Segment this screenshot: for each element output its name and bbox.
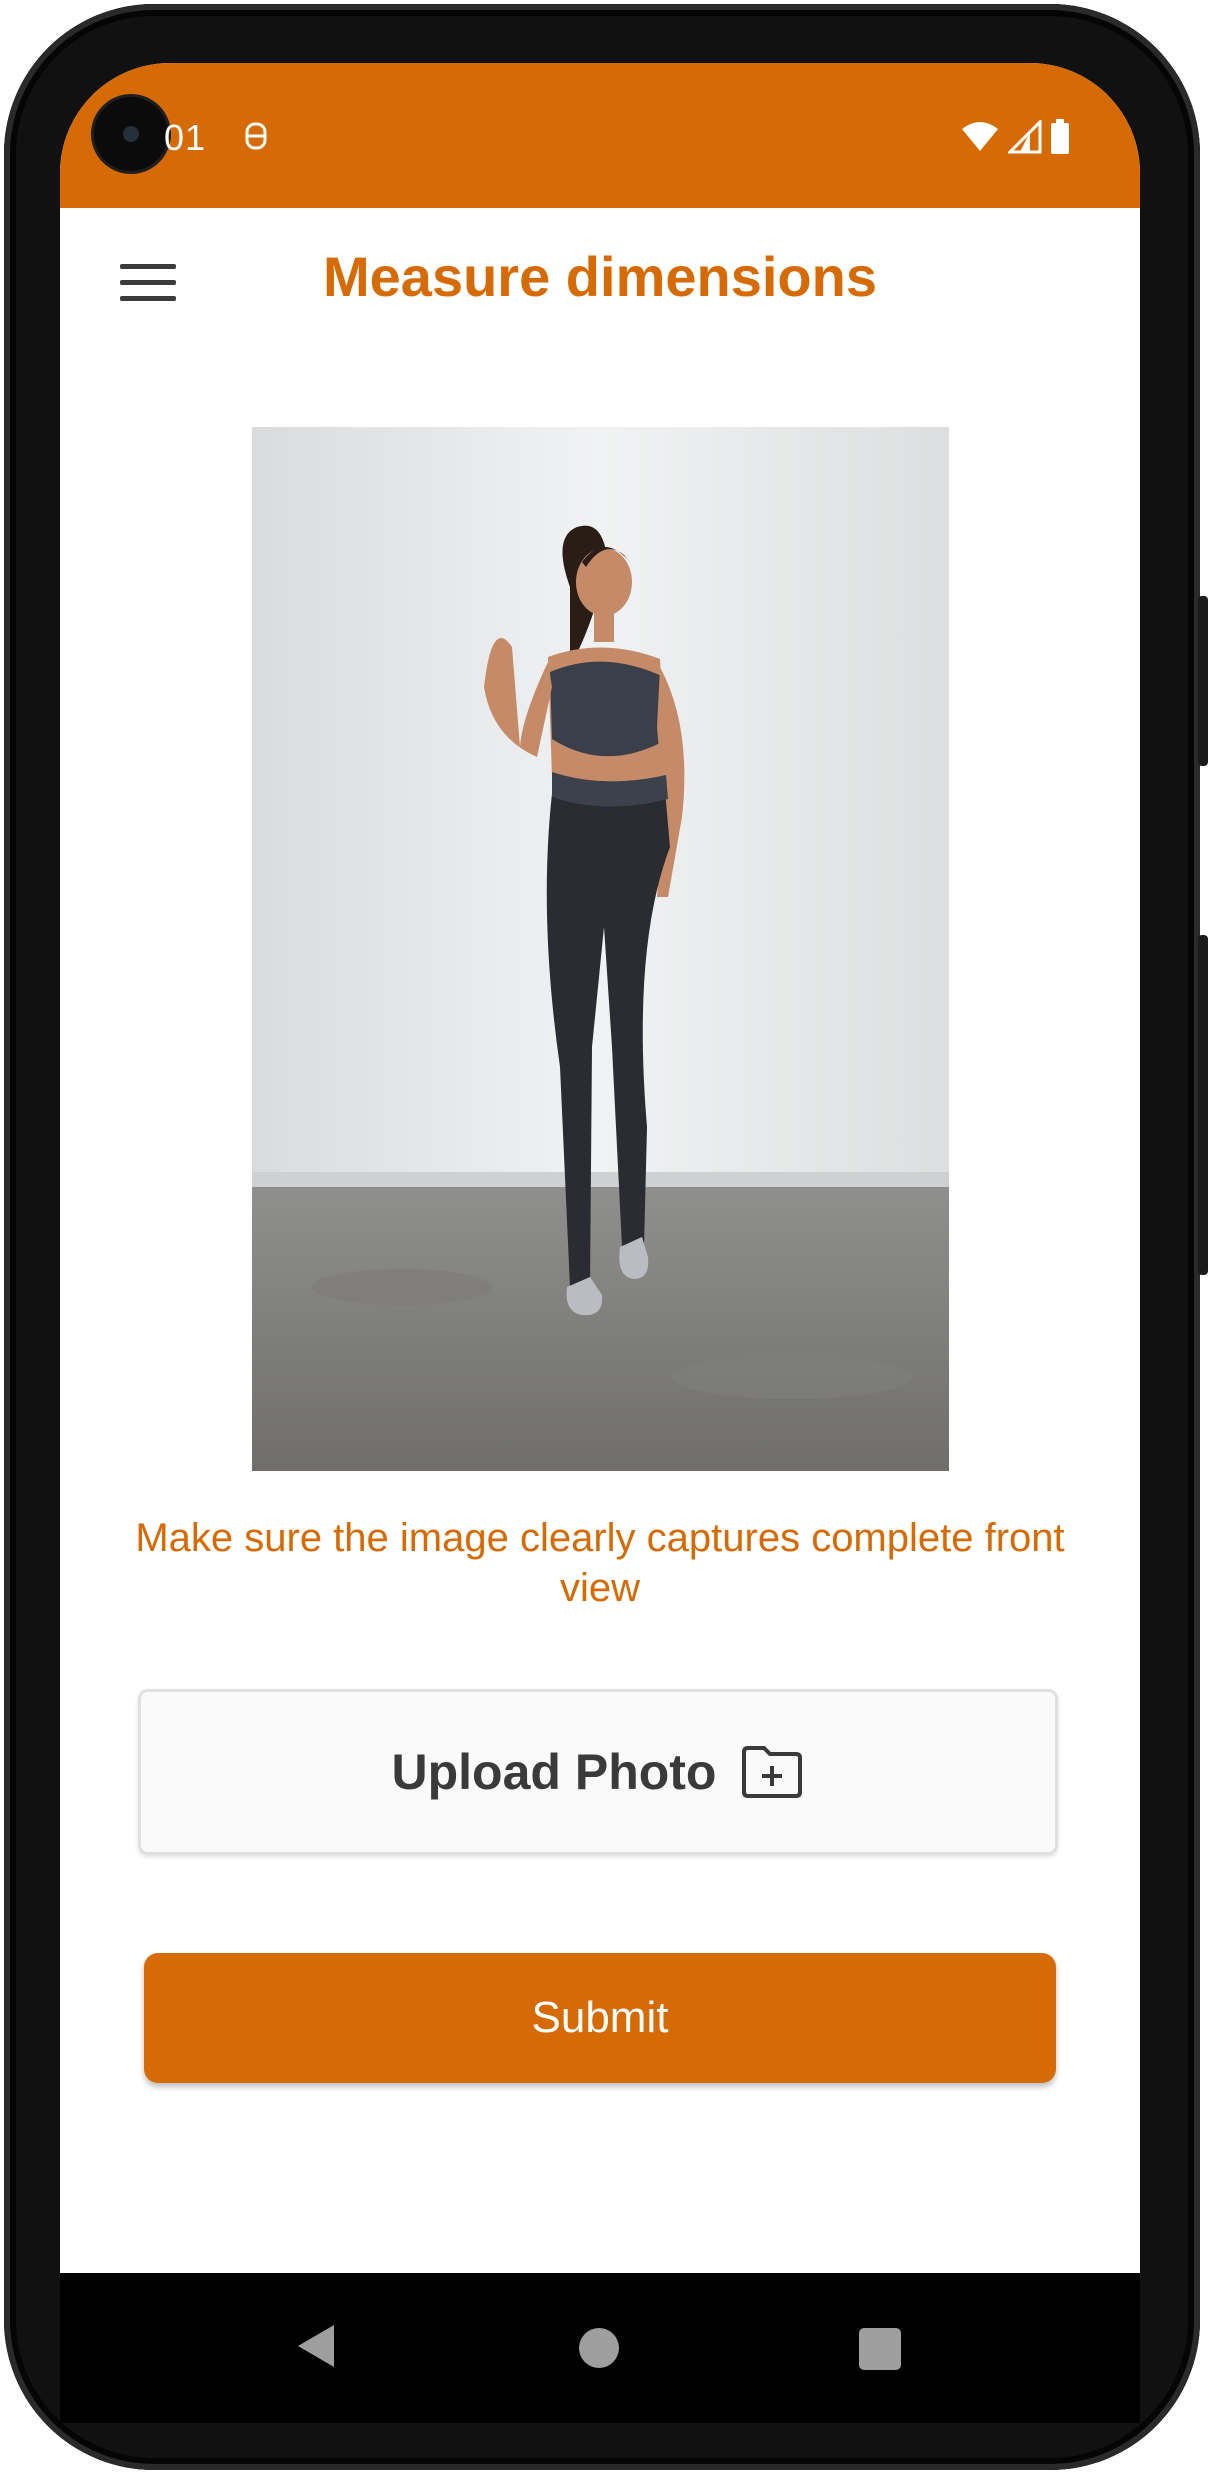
status-time: 01: [164, 117, 207, 158]
cellular-signal-icon: [1008, 120, 1042, 154]
app-header: Measure dimensions: [60, 208, 1140, 368]
home-icon[interactable]: [579, 2328, 619, 2368]
upload-photo-label: Upload Photo: [391, 1744, 717, 1800]
notification-icon: [245, 122, 267, 150]
photo-hint-text: Make sure the image clearly captures com…: [135, 1516, 1065, 1610]
status-bar: 01: [60, 63, 1140, 208]
back-icon[interactable]: [296, 2323, 336, 2369]
submit-label: Submit: [531, 1993, 669, 2042]
photo-image: [252, 427, 949, 1471]
front-camera: [94, 97, 168, 171]
uploaded-photo: [252, 427, 949, 1471]
volume-button: [1198, 596, 1208, 766]
battery-icon: [1051, 119, 1069, 154]
folder-plus-icon: [742, 1746, 803, 1798]
recents-icon[interactable]: [859, 2328, 901, 2370]
page-title: Measure dimensions: [323, 245, 877, 308]
status-icons: [960, 119, 1070, 155]
power-button: [1198, 935, 1208, 1275]
app-screen: 01 Measure dimensions Make sure the imag…: [60, 63, 1140, 2273]
system-navigation-bar: [60, 2273, 1140, 2423]
upload-photo-button[interactable]: Upload Photo: [138, 1689, 1058, 1855]
wifi-icon: [962, 122, 998, 151]
submit-button[interactable]: Submit: [144, 1953, 1056, 2083]
